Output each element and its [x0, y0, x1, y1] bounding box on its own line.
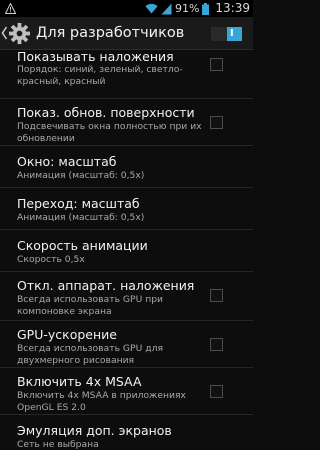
developer-options-switch[interactable]: I	[211, 27, 242, 41]
setting-title: Показывать наложения	[17, 50, 174, 64]
signal-icon	[161, 3, 172, 14]
setting-summary: Анимация (масштаб: 0,5x)	[17, 170, 145, 181]
status-icons: 91% 13:39	[145, 2, 250, 15]
setting-summary: Всегда использовать GPU при компоновке э…	[17, 294, 164, 317]
setting-title: Включить 4x MSAA	[17, 374, 142, 389]
warning-icon	[5, 3, 16, 14]
setting-force-gpu-rendering[interactable]: GPU-ускорение Всегда использовать GPU дл…	[0, 321, 253, 368]
setting-show-surface-updates[interactable]: Показ. обнов. поверхности Подсвечивать о…	[0, 99, 253, 146]
setting-animator-duration-scale[interactable]: Скорость анимации Скорость 0,5x	[0, 230, 253, 272]
setting-title: Окно: масштаб	[17, 154, 117, 169]
back-chevron-icon[interactable]	[1, 26, 8, 40]
action-bar: Для разработчиков I	[0, 17, 253, 50]
setting-simulate-secondary-displays[interactable]: Эмуляция доп. экранов Сеть не выбрана	[0, 415, 253, 450]
battery-icon	[202, 2, 210, 15]
setting-title: Откл. аппарат. наложения	[17, 278, 195, 293]
setting-summary: Сеть не выбрана	[17, 439, 99, 450]
setting-force-4x-msaa[interactable]: Включить 4x MSAA Включить 4x MSAA в прил…	[0, 368, 253, 415]
switch-label: I	[230, 28, 234, 39]
switch-thumb: I	[227, 27, 242, 41]
setting-show-overdraw[interactable]: Показывать наложения Порядок: синий, зел…	[0, 50, 253, 99]
setting-summary: Скорость 0,5x	[17, 254, 85, 265]
setting-checkbox[interactable]	[210, 116, 223, 129]
setting-summary: Порядок: синий, зеленый, светло-красный,…	[17, 64, 183, 87]
setting-summary: Подсвечивать окна полностью при их обнов…	[17, 121, 202, 144]
setting-title: Переход: масштаб	[17, 196, 140, 211]
setting-window-animation-scale[interactable]: Окно: масштаб Анимация (масштаб: 0,5x)	[0, 146, 253, 188]
setting-title: GPU-ускорение	[17, 327, 117, 342]
battery-percent: 91%	[174, 2, 200, 15]
setting-checkbox[interactable]	[210, 385, 223, 398]
setting-checkbox[interactable]	[210, 338, 223, 351]
setting-summary: Всегда использовать GPU для двухмерного …	[17, 343, 163, 366]
wifi-icon	[145, 3, 158, 14]
clock: 13:39	[215, 1, 250, 15]
setting-transition-animation-scale[interactable]: Переход: масштаб Анимация (масштаб: 0,5x…	[0, 188, 253, 230]
setting-summary: Анимация (масштаб: 0,5x)	[17, 212, 145, 223]
setting-checkbox[interactable]	[210, 289, 223, 302]
setting-title: Эмуляция доп. экранов	[17, 423, 172, 438]
status-bar: 91% 13:39	[0, 0, 253, 17]
setting-summary: Включить 4x MSAA в приложениях OpenGL ES…	[17, 390, 186, 413]
page-title: Для разработчиков	[36, 25, 185, 41]
setting-disable-hw-overlays[interactable]: Откл. аппарат. наложения Всегда использо…	[0, 272, 253, 321]
setting-title: Показ. обнов. поверхности	[17, 105, 195, 120]
settings-gear-icon[interactable]	[8, 22, 31, 45]
setting-title: Скорость анимации	[17, 238, 148, 253]
setting-checkbox[interactable]	[210, 58, 223, 71]
settings-list: Показывать наложения Порядок: синий, зел…	[0, 50, 253, 450]
